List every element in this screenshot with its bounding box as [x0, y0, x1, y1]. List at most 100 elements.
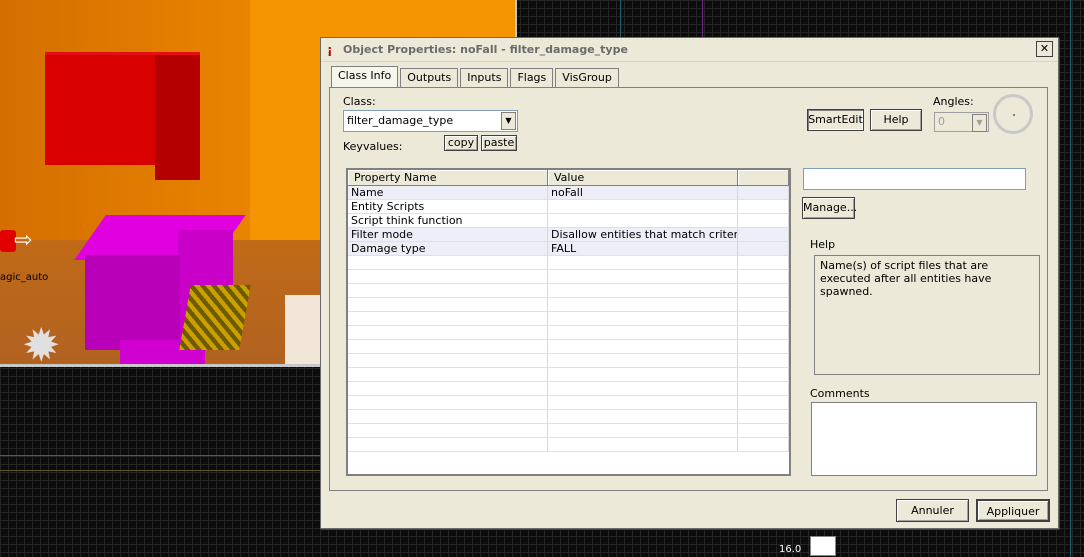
property-value-cell: Disallow entities that match criteria: [548, 228, 738, 241]
apply-button[interactable]: Appliquer: [976, 499, 1050, 522]
table-cell: [738, 214, 789, 227]
table-cell: [738, 424, 789, 437]
table-cell: [738, 326, 789, 339]
comments-textarea[interactable]: [811, 402, 1037, 476]
property-name-cell: Entity Scripts: [348, 200, 548, 213]
table-cell: [348, 326, 548, 339]
empty-table-row: [348, 438, 789, 452]
object-properties-dialog: ¡ Object Properties: noFall - filter_dam…: [320, 37, 1059, 529]
manage-button[interactable]: Manage...: [802, 197, 857, 219]
table-cell: [548, 326, 738, 339]
tab-outputs[interactable]: Outputs: [400, 68, 459, 88]
column-header-value[interactable]: Value: [548, 170, 738, 185]
table-cell: [738, 396, 789, 409]
hammer-icon: ¡: [327, 42, 333, 57]
table-cell: [738, 186, 789, 199]
cancel-button[interactable]: Annuler: [896, 499, 969, 522]
table-cell: [548, 424, 738, 437]
paste-button[interactable]: paste: [481, 135, 517, 151]
table-cell: [348, 312, 548, 325]
table-cell: [348, 424, 548, 437]
tab-visgroup[interactable]: VisGroup: [555, 68, 619, 88]
empty-table-row: [348, 354, 789, 368]
empty-table-row: [348, 424, 789, 438]
help-button[interactable]: Help: [870, 109, 922, 131]
table-row[interactable]: Entity Scripts: [348, 200, 789, 214]
column-header-property-name[interactable]: Property Name: [348, 170, 548, 185]
property-name-cell: Filter mode: [348, 228, 548, 241]
keyvalues-table[interactable]: Property Name Value Name noFall Entity S…: [346, 168, 791, 476]
table-cell: [738, 242, 789, 255]
red-cube[interactable]: [45, 55, 155, 165]
angles-dial[interactable]: [993, 94, 1033, 134]
table-cell: [738, 438, 789, 451]
empty-table-row: [348, 312, 789, 326]
table-cell: [738, 368, 789, 381]
arrow-right-icon: ⇨: [14, 228, 33, 253]
grid-axis-line: [0, 455, 320, 456]
smartedit-toggle[interactable]: SmartEdit: [807, 109, 864, 131]
table-row[interactable]: Filter mode Disallow entities that match…: [348, 228, 789, 242]
angles-value: 0: [938, 115, 945, 128]
table-cell: [348, 396, 548, 409]
table-cell: [738, 270, 789, 283]
angles-select[interactable]: 0 ▼: [934, 112, 989, 132]
table-row[interactable]: Name noFall: [348, 186, 789, 200]
table-cell: [738, 382, 789, 395]
value-input[interactable]: [803, 168, 1026, 190]
tab-inputs[interactable]: Inputs: [460, 68, 509, 88]
table-cell: [738, 256, 789, 269]
red-cube-side: [155, 55, 200, 180]
table-cell: [548, 410, 738, 423]
table-cell: [738, 312, 789, 325]
column-header-extra: [738, 170, 789, 185]
table-cell: [348, 298, 548, 311]
empty-table-row: [348, 270, 789, 284]
help-text: Name(s) of script files that are execute…: [820, 259, 992, 298]
grid-axis-line: [702, 0, 703, 37]
keyvalues-label: Keyvalues:: [343, 140, 403, 153]
grid-axis-line: [0, 470, 320, 471]
dialog-titlebar[interactable]: ¡ Object Properties: noFall - filter_dam…: [321, 38, 1058, 62]
empty-table-row: [348, 284, 789, 298]
angles-label: Angles:: [933, 95, 974, 108]
grid-entity-marker[interactable]: [810, 536, 836, 556]
empty-rows: [348, 256, 789, 452]
table-cell: [548, 270, 738, 283]
chevron-down-icon[interactable]: ▼: [972, 114, 987, 132]
grid-axis-line: [620, 0, 621, 37]
copy-button[interactable]: copy: [444, 135, 478, 151]
tab-class-info[interactable]: Class Info: [331, 66, 399, 88]
table-cell: [348, 368, 548, 381]
table-cell: [548, 368, 738, 381]
table-cell: [738, 354, 789, 367]
tab-strip: Class Info Outputs Inputs Flags VisGroup: [331, 66, 621, 88]
table-cell: [738, 200, 789, 213]
dial-center-icon: [1013, 114, 1015, 116]
property-value-cell: [548, 214, 738, 227]
close-button[interactable]: ✕: [1036, 41, 1053, 57]
table-cell: [548, 284, 738, 297]
empty-table-row: [348, 340, 789, 354]
table-cell: [348, 284, 548, 297]
gear-entity-icon[interactable]: ✹: [22, 322, 70, 364]
property-value-cell: FALL: [548, 242, 738, 255]
table-cell: [348, 354, 548, 367]
grid-readout: 16.0: [779, 544, 802, 555]
magenta-cube[interactable]: [85, 255, 180, 350]
property-name-cell: Script think function: [348, 214, 548, 227]
chevron-down-icon[interactable]: ▼: [501, 112, 516, 130]
table-cell: [348, 438, 548, 451]
table-row[interactable]: Damage type FALL: [348, 242, 789, 256]
empty-table-row: [348, 256, 789, 270]
tab-flags[interactable]: Flags: [510, 68, 554, 88]
hazard-stripe-texture: [179, 285, 251, 350]
table-cell: [548, 354, 738, 367]
table-cell: [548, 256, 738, 269]
table-cell: [348, 340, 548, 353]
table-cell: [738, 410, 789, 423]
class-select[interactable]: filter_damage_type ▼: [343, 110, 518, 132]
table-cell: [738, 298, 789, 311]
empty-table-row: [348, 382, 789, 396]
table-row[interactable]: Script think function: [348, 214, 789, 228]
